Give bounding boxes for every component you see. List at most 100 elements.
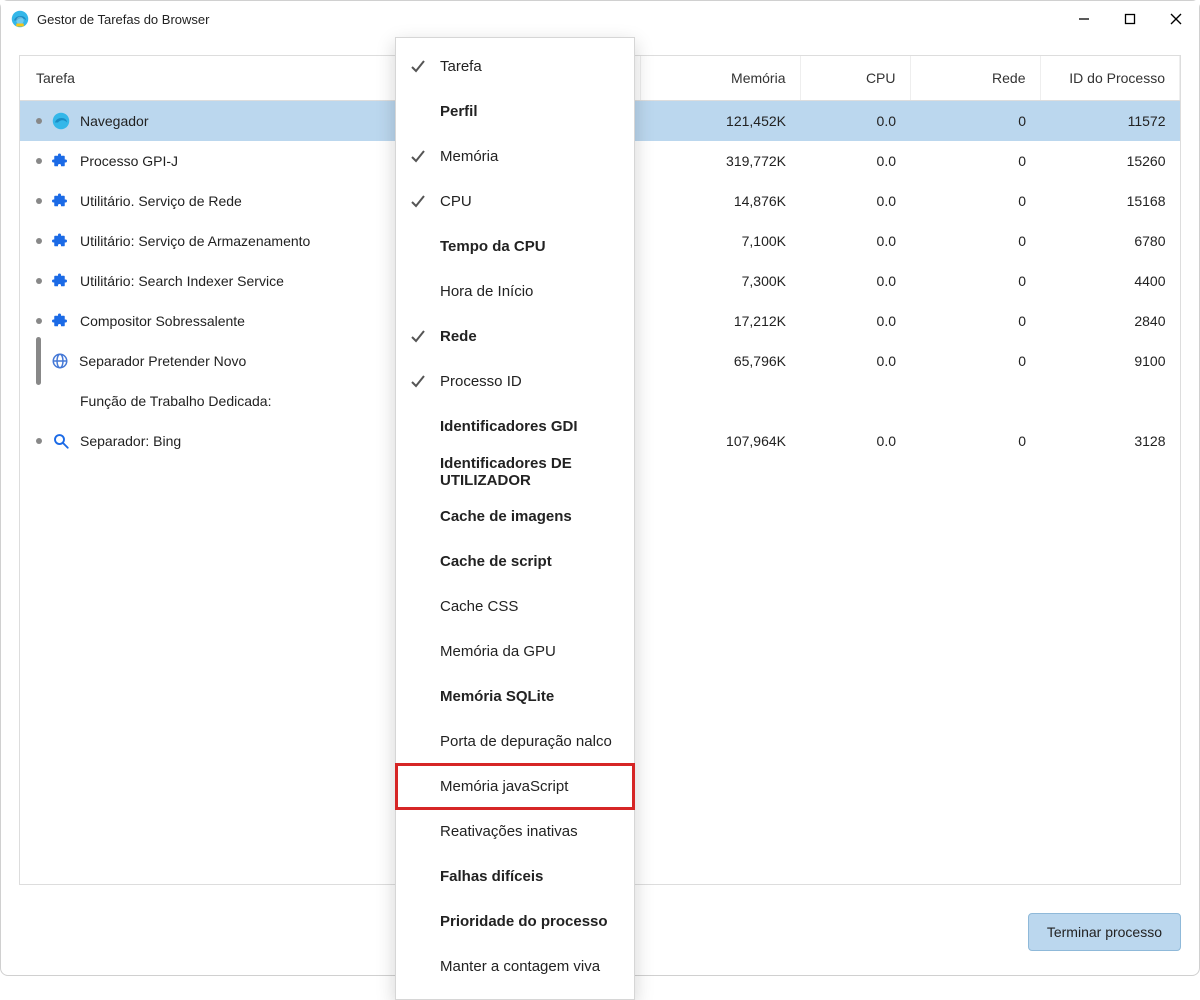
task-name-label: Navegador (80, 113, 149, 129)
context-menu-label: Cache CSS (440, 598, 518, 615)
cell-net: 0 (910, 341, 1040, 381)
title-bar: Gestor de Tarefas do Browser (1, 1, 1199, 37)
cell-memory: 7,100K (640, 221, 800, 261)
context-menu-item[interactable]: Tarefa (396, 44, 634, 89)
cell-pid: 15168 (1040, 181, 1180, 221)
cell-pid: 15260 (1040, 141, 1180, 181)
context-menu-item[interactable]: Identificadores GDI (396, 404, 634, 449)
status-dot-icon (36, 278, 42, 284)
cell-net (910, 381, 1040, 421)
cell-cpu: 0.0 (800, 301, 910, 341)
cell-cpu: 0.0 (800, 100, 910, 141)
check-icon (410, 149, 426, 165)
column-context-menu[interactable]: Tarefa Perfil Memória CPU Tempo da CPU Hora d… (395, 37, 635, 1000)
cell-cpu: 0.0 (800, 341, 910, 381)
cell-net: 0 (910, 100, 1040, 141)
cell-net: 0 (910, 301, 1040, 341)
task-name-label: Separador Pretender Novo (79, 353, 246, 369)
footer: Terminar processo (1028, 913, 1181, 951)
none-icon (52, 392, 70, 410)
context-menu-item[interactable]: Perfil (396, 89, 634, 134)
check-icon (410, 59, 426, 75)
cell-cpu: 0.0 (800, 421, 910, 461)
context-menu-item[interactable]: Cache CSS (396, 584, 634, 629)
context-menu-label: Perfil (440, 103, 478, 120)
cell-cpu: 0.0 (800, 261, 910, 301)
context-menu-label: Identificadores GDI (440, 418, 578, 435)
puzzle-icon (52, 272, 70, 290)
context-menu-item[interactable]: Identificadores DE UTILIZADOR (396, 449, 634, 494)
context-menu-item[interactable]: Cache de imagens (396, 494, 634, 539)
context-menu-item[interactable]: Hora de Início (396, 269, 634, 314)
status-dot-icon (36, 318, 42, 324)
col-network[interactable]: Rede (910, 56, 1040, 100)
context-menu-item[interactable]: Memória da GPU (396, 629, 634, 674)
cell-cpu: 0.0 (800, 181, 910, 221)
end-process-button[interactable]: Terminar processo (1028, 913, 1181, 951)
cell-memory: 7,300K (640, 261, 800, 301)
context-menu-item[interactable]: Memória SQLite (396, 674, 634, 719)
col-cpu[interactable]: CPU (800, 56, 910, 100)
context-menu-item[interactable]: Reativações inativas (396, 809, 634, 854)
cell-memory (640, 381, 800, 421)
context-menu-label: Manter a contagem viva (440, 958, 600, 975)
context-menu-label: Memória javaScript (440, 778, 568, 795)
context-menu-item[interactable]: Porta de depuração nalco (396, 719, 634, 764)
cell-net: 0 (910, 221, 1040, 261)
cell-memory: 14,876K (640, 181, 800, 221)
context-menu-item[interactable]: Cache de script (396, 539, 634, 584)
search-icon (52, 432, 70, 450)
status-dot-icon (36, 238, 42, 244)
context-menu-label: Hora de Início (440, 283, 533, 300)
cell-memory: 17,212K (640, 301, 800, 341)
context-menu-label: Reativações inativas (440, 823, 578, 840)
context-menu-label: Rede (440, 328, 477, 345)
context-menu-item[interactable]: Manter a contagem viva (396, 944, 634, 989)
cell-memory: 121,452K (640, 100, 800, 141)
task-name-label: Separador: Bing (80, 433, 181, 449)
close-button[interactable] (1153, 1, 1199, 37)
context-menu-label: Falhas difíceis (440, 868, 543, 885)
context-menu-label: Tarefa (440, 58, 482, 75)
puzzle-icon (52, 192, 70, 210)
context-menu-item[interactable]: Memória javaScript (396, 764, 634, 809)
cell-net: 0 (910, 181, 1040, 221)
puzzle-icon (52, 232, 70, 250)
window-controls (1061, 1, 1199, 37)
context-menu-item[interactable]: Processo ID (396, 359, 634, 404)
context-menu-item[interactable]: Prioridade do processo (396, 899, 634, 944)
maximize-button[interactable] (1107, 1, 1153, 37)
task-name-label: Utilitário. Serviço de Rede (80, 193, 242, 209)
cell-pid: 6780 (1040, 221, 1180, 261)
context-menu-item[interactable]: Rede (396, 314, 634, 359)
status-dot-icon (36, 158, 42, 164)
context-menu-item[interactable]: Falhas difíceis (396, 854, 634, 899)
col-pid[interactable]: ID do Processo (1040, 56, 1180, 100)
status-dot-icon (36, 118, 42, 124)
globe-icon (51, 352, 69, 370)
cell-pid (1040, 381, 1180, 421)
task-name-label: Utilitário: Serviço de Armazenamento (80, 233, 310, 249)
minimize-button[interactable] (1061, 1, 1107, 37)
context-menu-label: Cache de imagens (440, 508, 572, 525)
cell-pid: 4400 (1040, 261, 1180, 301)
context-menu-label: Identificadores DE UTILIZADOR (440, 455, 622, 489)
cell-cpu: 0.0 (800, 221, 910, 261)
context-menu-label: Memória da GPU (440, 643, 556, 660)
context-menu-item[interactable]: Tempo da CPU (396, 224, 634, 269)
context-menu-label: CPU (440, 193, 472, 210)
app-icon (11, 10, 29, 28)
cell-net: 0 (910, 261, 1040, 301)
context-menu-label: Memória SQLite (440, 688, 554, 705)
task-name-label: Função de Trabalho Dedicada: (80, 393, 271, 409)
group-bar-icon (36, 337, 41, 385)
col-memory[interactable]: Memória (640, 56, 800, 100)
task-name-label: Compositor Sobressalente (80, 313, 245, 329)
cell-memory: 107,964K (640, 421, 800, 461)
task-name-label: Utilitário: Search Indexer Service (80, 273, 284, 289)
cell-pid: 11572 (1040, 100, 1180, 141)
context-menu-item[interactable]: Memória (396, 134, 634, 179)
check-icon (410, 374, 426, 390)
puzzle-icon (52, 312, 70, 330)
context-menu-item[interactable]: CPU (396, 179, 634, 224)
